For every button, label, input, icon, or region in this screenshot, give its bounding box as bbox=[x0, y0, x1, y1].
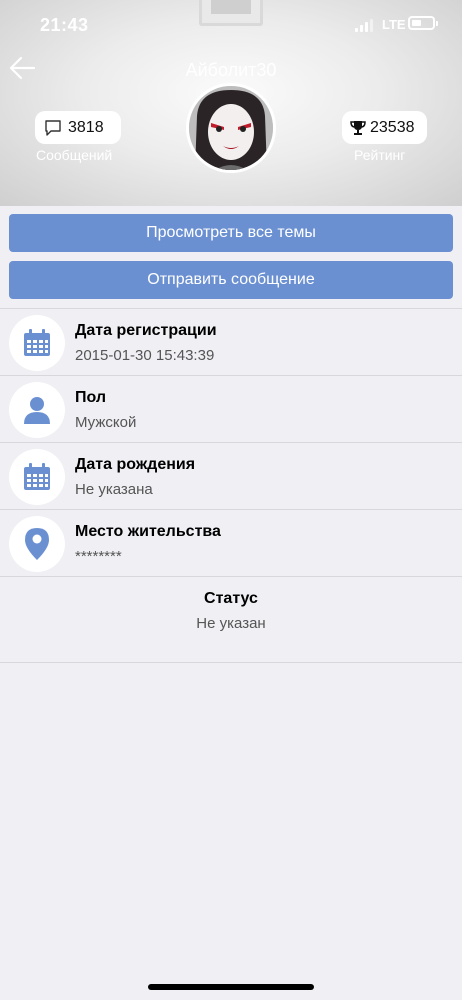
profile-header: 21:43 LTE Айболит30 3818 Сообщений 23538… bbox=[0, 0, 462, 206]
avatar[interactable] bbox=[186, 83, 276, 173]
rating-count: 23538 bbox=[370, 118, 415, 136]
status-value: Не указан bbox=[196, 615, 266, 632]
status-time: 21:43 bbox=[40, 15, 89, 35]
camera-notch bbox=[199, 0, 263, 26]
home-indicator[interactable] bbox=[148, 984, 314, 990]
info-title: Дата регистрации bbox=[75, 322, 217, 339]
send-message-button[interactable]: Отправить сообщение bbox=[9, 261, 453, 299]
info-row-registration-date: Дата регистрации 2015-01-30 15:43:39 bbox=[0, 308, 462, 375]
status-bar: 21:43 LTE bbox=[0, 0, 462, 50]
info-title: Пол bbox=[75, 389, 107, 406]
rating-pill[interactable]: 23538 bbox=[342, 111, 427, 144]
messages-caption: Сообщений bbox=[36, 147, 113, 163]
calendar-icon bbox=[9, 315, 65, 371]
status-title: Статус bbox=[204, 590, 258, 607]
info-row-residence: Место жительства ******** bbox=[0, 509, 462, 576]
status-block: Статус Не указан bbox=[0, 576, 462, 663]
rating-caption: Рейтинг bbox=[354, 147, 406, 163]
info-title: Дата рождения bbox=[75, 456, 196, 473]
signal-icon bbox=[355, 18, 377, 32]
info-title: Место жительства bbox=[75, 523, 221, 540]
messages-count-pill[interactable]: 3818 bbox=[35, 111, 121, 144]
info-row-birth-date: Дата рождения Не указана bbox=[0, 442, 462, 509]
battery-icon bbox=[408, 16, 438, 30]
info-value: ******** bbox=[75, 548, 122, 565]
chat-bubble-icon bbox=[43, 118, 63, 138]
messages-count: 3818 bbox=[68, 118, 104, 136]
avatar-image bbox=[189, 86, 273, 170]
profile-username: Айболит30 bbox=[185, 60, 277, 80]
view-all-topics-button[interactable]: Просмотреть все темы bbox=[9, 214, 453, 252]
info-value: Не указана bbox=[75, 481, 153, 498]
location-pin-icon bbox=[9, 516, 65, 572]
info-value: 2015-01-30 15:43:39 bbox=[75, 347, 215, 364]
trophy-icon bbox=[348, 118, 368, 138]
info-value: Мужской bbox=[75, 414, 137, 431]
network-label: LTE bbox=[382, 17, 406, 32]
person-icon bbox=[9, 382, 65, 438]
calendar-icon bbox=[9, 449, 65, 505]
info-row-gender: Пол Мужской bbox=[0, 375, 462, 442]
